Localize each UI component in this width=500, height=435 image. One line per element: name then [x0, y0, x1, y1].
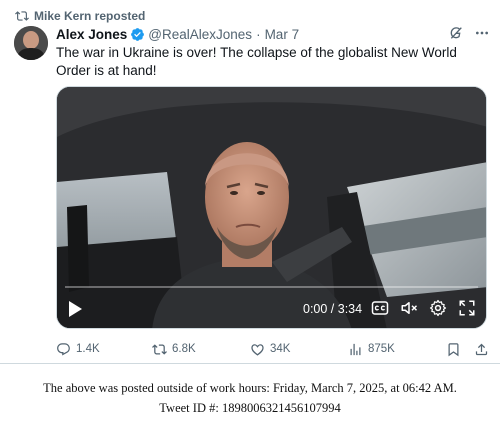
reply-button[interactable]: 1.4K: [56, 340, 100, 358]
views-icon: [350, 343, 361, 355]
verified-badge-icon[interactable]: [130, 27, 145, 42]
tweet-actions: 1.4K 6.8K 34K 875K: [56, 340, 488, 360]
like-icon: [251, 343, 264, 356]
video-time: 0:00 / 3:34: [303, 302, 363, 316]
tweet-text: The war in Ukraine is over! The collapse…: [56, 45, 457, 78]
settings-icon[interactable]: [429, 299, 447, 317]
repost-indicator[interactable]: Mike Kern reposted: [15, 8, 146, 24]
views-button[interactable]: 875K: [348, 340, 395, 358]
repost-label: Mike Kern reposted: [34, 9, 146, 23]
grok-icon[interactable]: [448, 25, 464, 41]
like-button[interactable]: 34K: [250, 340, 290, 358]
footer-tweet-id: Tweet ID #: 1898006321456107994: [159, 401, 341, 415]
play-icon[interactable]: [67, 300, 83, 318]
tweet-header: Alex Jones @RealAlexJones · Mar 7: [56, 25, 490, 43]
bookmark-icon: [448, 342, 459, 356]
repost-icon: [15, 11, 29, 21]
author-handle[interactable]: @RealAlexJones: [148, 27, 252, 42]
share-icon: [475, 343, 488, 355]
video-controls: 0:00 / 3:34: [57, 286, 486, 328]
reply-icon: [57, 342, 70, 356]
reply-count: 1.4K: [76, 343, 100, 355]
bookmark-button[interactable]: [446, 340, 466, 358]
more-icon[interactable]: [474, 25, 490, 41]
fullscreen-icon[interactable]: [458, 299, 476, 317]
author-name[interactable]: Alex Jones: [56, 27, 127, 42]
like-count: 34K: [270, 343, 291, 355]
repost-count: 6.8K: [172, 343, 196, 355]
footer-posted-note: The above was posted outside of work hou…: [43, 381, 457, 395]
repost-button[interactable]: 6.8K: [152, 340, 196, 358]
tweet-date[interactable]: Mar 7: [265, 27, 300, 42]
progress-bar[interactable]: [65, 286, 478, 288]
share-button[interactable]: [474, 340, 494, 358]
avatar[interactable]: [14, 26, 48, 60]
captions-icon[interactable]: [371, 299, 389, 317]
mute-icon[interactable]: [400, 299, 418, 317]
separator-dot: ·: [256, 26, 261, 42]
repost-icon: [152, 343, 167, 355]
archive-footer: The above was posted outside of work hou…: [0, 378, 500, 418]
tweet-card[interactable]: Mike Kern reposted Alex Jones @RealAlexJ…: [0, 0, 500, 364]
view-count: 875K: [368, 343, 395, 355]
video-player[interactable]: 0:00 / 3:34: [56, 86, 487, 329]
